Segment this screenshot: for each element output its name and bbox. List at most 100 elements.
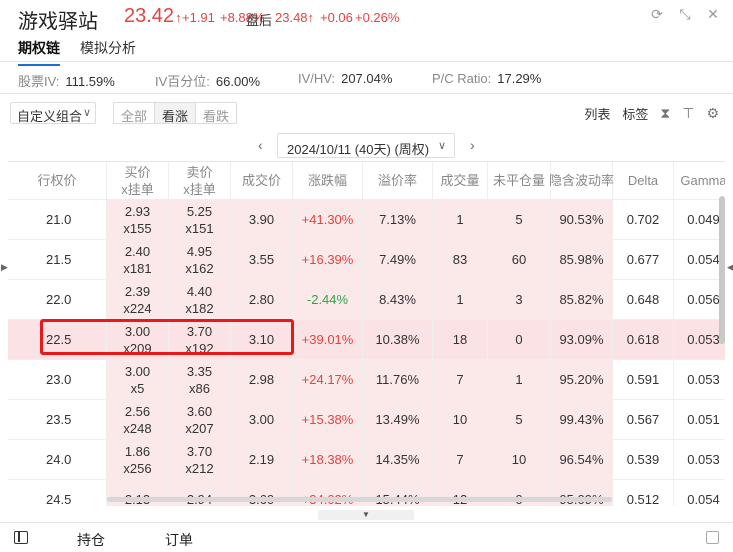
cell-gamma: 0.049 — [674, 200, 725, 239]
cell-last-price: 2.19 — [231, 440, 293, 479]
after-hours-price: 23.48↑ — [275, 10, 315, 25]
cell-bid[interactable]: 1.86 x256 — [107, 440, 169, 479]
cell-ask[interactable]: 5.25 x151 — [169, 200, 231, 239]
cell-strike: 24.0 — [8, 440, 107, 479]
filter-all[interactable]: 全部 — [114, 103, 156, 124]
cell-strike: 24.5 — [8, 480, 107, 506]
column-header-premium[interactable]: 溢价率 — [363, 162, 433, 199]
cell-bid[interactable]: 2.39 x224 — [107, 280, 169, 319]
filter-puts[interactable]: 看跌 — [196, 103, 236, 124]
table-row[interactable]: 23.5 2.56 x248 3.60 x207 3.00 +15.38% 13.49% 10 5… — [8, 400, 725, 440]
popout-icon[interactable] — [706, 531, 719, 544]
cell-last-price: 3.10 — [231, 320, 293, 359]
refresh-icon[interactable]: ⟳ — [649, 6, 665, 22]
positions-tab[interactable]: 持仓 — [77, 530, 105, 550]
vertical-scrollbar[interactable] — [719, 196, 725, 344]
expiry-selector: ‹ 2024/10/11 (40天) (周权) ∨ › — [0, 132, 733, 160]
split-columns-icon[interactable]: ⧗ — [660, 105, 670, 122]
cell-ask[interactable]: 2.94 — [169, 480, 231, 506]
cell-implied-vol: 93.09% — [551, 320, 613, 359]
cell-delta: 0.567 — [613, 400, 674, 439]
cell-ask[interactable]: 4.95 x162 — [169, 240, 231, 279]
cell-delta: 0.648 — [613, 280, 674, 319]
cell-gamma: 0.054 — [674, 240, 725, 279]
prev-expiry-button[interactable]: ‹ — [258, 137, 263, 153]
combo-dropdown[interactable]: 自定义组合 ∨ — [10, 102, 96, 124]
orders-tab[interactable]: 订单 — [165, 530, 193, 550]
cell-gamma: 0.053 — [674, 320, 725, 359]
cell-last-price: 2.98 — [231, 360, 293, 399]
column-header-delta[interactable]: Delta — [613, 162, 674, 199]
cell-implied-vol: 99.43% — [551, 400, 613, 439]
column-header-open-interest[interactable]: 未平仓量 — [488, 162, 551, 199]
next-expiry-button[interactable]: › — [470, 137, 475, 153]
cell-gamma: 0.053 — [674, 440, 725, 479]
collapse-icon[interactable]: ⤡ — [677, 6, 693, 22]
cell-gamma: 0.056 — [674, 280, 725, 319]
table-row[interactable]: 24.52.132.943.60+34.02%15.44%12095.09%0.… — [8, 480, 725, 506]
cell-premium: 10.38% — [363, 320, 433, 359]
list-view-button[interactable]: 列表 — [584, 104, 610, 123]
expiry-dropdown[interactable]: 2024/10/11 (40天) (周权) ∨ — [277, 133, 455, 158]
table-row[interactable]: 24.0 1.86 x256 3.70 x212 2.19 +18.38% 14.35% 7 10… — [8, 440, 725, 480]
price-change: +1.91 — [182, 10, 215, 25]
last-price: 23.42↑ — [124, 5, 182, 27]
cell-ask[interactable]: 3.60 x207 — [169, 400, 231, 439]
filter-icon[interactable]: ⊤ — [682, 105, 694, 122]
column-header-gamma[interactable]: Gamma — [674, 162, 725, 199]
right-expand-icon[interactable]: ◀ — [727, 262, 733, 273]
cell-bid[interactable]: 3.00 x209 — [107, 320, 169, 359]
cell-bid[interactable]: 2.93 x155 — [107, 200, 169, 239]
cell-bid[interactable]: 3.00 x5 — [107, 360, 169, 399]
cell-gamma: 0.051 — [674, 400, 725, 439]
expand-panel-toggle[interactable]: ▼ — [318, 510, 414, 520]
tag-view-button[interactable]: 标签 — [622, 104, 648, 123]
left-expand-icon[interactable]: ▶ — [1, 262, 8, 273]
column-header-last-price[interactable]: 成交价 — [231, 162, 293, 199]
table-row[interactable]: 22.5 3.00 x209 3.70 x192 3.10 +39.01% 10.38% 18 0… — [8, 320, 725, 360]
table-row[interactable]: 21.0 2.93 x155 5.25 x151 3.90 +41.30% 7.13% 1 5 90… — [8, 200, 725, 240]
panel-toggle-icon[interactable] — [14, 531, 28, 544]
tab-option-chain[interactable]: 期权链 — [18, 38, 60, 66]
cell-delta: 0.702 — [613, 200, 674, 239]
cell-strike: 21.0 — [8, 200, 107, 239]
table-row[interactable]: 23.0 3.00 x5 3.35 x86 2.98 +24.17% 11.76% 7 1 95.2… — [8, 360, 725, 400]
table-header: 行权价 买价 x挂单 卖价 x挂单 成交价 涨跌幅 溢价率 成交量 未平仓量 隐含波动率 Delt… — [8, 162, 725, 200]
tab-bar: 期权链 模拟分析 — [0, 34, 733, 66]
metric-stock-iv: 股票IV: 111.59% — [18, 74, 115, 89]
cell-ask[interactable]: 3.35 x86 — [169, 360, 231, 399]
after-hours-label: 盘后 — [246, 13, 273, 28]
cell-delta: 0.512 — [613, 480, 674, 506]
cell-open-interest: 0 — [488, 480, 551, 506]
gear-icon[interactable]: ⚙ — [706, 105, 719, 122]
cell-implied-vol: 96.54% — [551, 440, 613, 479]
after-hours-change-pct: +0.26% — [355, 10, 400, 25]
table-row[interactable]: 22.0 2.39 x224 4.40 x182 2.80 -2.44% 8.43% 1 3 85.… — [8, 280, 725, 320]
column-header-implied-vol[interactable]: 隐含波动率 — [549, 162, 614, 199]
column-header-strike[interactable]: 行权价 — [8, 162, 107, 199]
horizontal-scrollbar[interactable] — [107, 497, 612, 502]
cell-delta: 0.618 — [613, 320, 674, 359]
cell-ask[interactable]: 3.70 x212 — [169, 440, 231, 479]
column-header-change-pct[interactable]: 涨跌幅 — [293, 162, 363, 199]
cell-premium: 7.13% — [363, 200, 433, 239]
cell-ask[interactable]: 3.70 x192 — [169, 320, 231, 359]
filter-calls[interactable]: 看涨 — [155, 103, 197, 124]
column-header-bid[interactable]: 买价 x挂单 — [107, 162, 169, 199]
after-hours-change: +0.06 — [320, 10, 353, 25]
table-row[interactable]: 21.5 2.40 x181 4.95 x162 3.55 +16.39% 7.49% 83 60… — [8, 240, 725, 280]
cell-bid[interactable]: 2.40 x181 — [107, 240, 169, 279]
column-header-volume[interactable]: 成交量 — [433, 162, 488, 199]
close-icon[interactable]: ✕ — [705, 6, 721, 22]
column-header-ask[interactable]: 卖价 x挂单 — [169, 162, 231, 199]
cell-bid[interactable]: 2.13 — [107, 480, 169, 506]
cell-volume: 7 — [433, 360, 488, 399]
tab-simulation[interactable]: 模拟分析 — [80, 38, 136, 58]
cell-last-price: 3.90 — [231, 200, 293, 239]
cell-premium: 14.35% — [363, 440, 433, 479]
bottom-bar: 持仓 订单 — [0, 522, 733, 552]
cell-bid[interactable]: 2.56 x248 — [107, 400, 169, 439]
cell-ask[interactable]: 4.40 x182 — [169, 280, 231, 319]
iv-metrics: 股票IV: 111.59% IV百分位: 66.00% IV/HV: 207.04% … — [0, 62, 733, 94]
cell-premium: 8.43% — [363, 280, 433, 319]
